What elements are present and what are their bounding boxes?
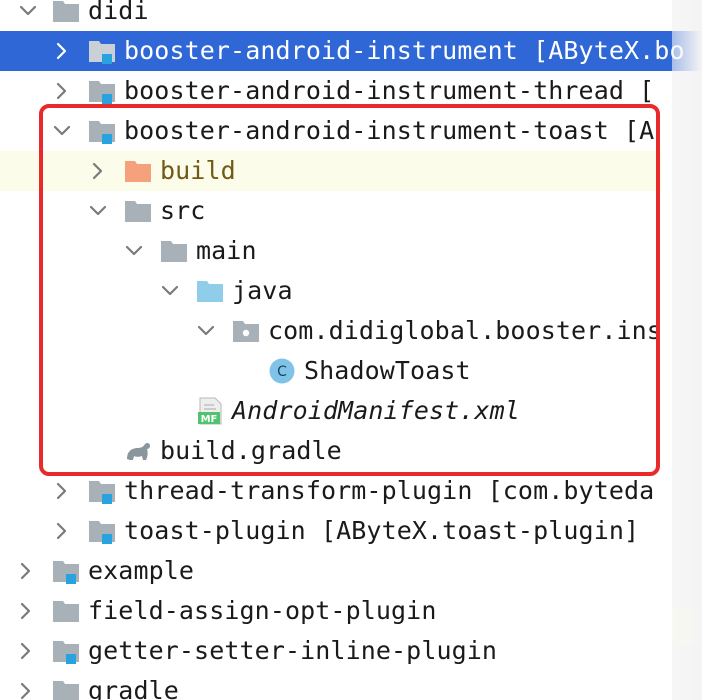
chevron-down-icon[interactable] — [194, 319, 218, 343]
chevron-down-icon[interactable] — [16, 0, 40, 23]
tree-row-src[interactable]: src — [0, 191, 702, 231]
gradle-file-icon — [124, 437, 152, 465]
tree-row-thread-transform-plugin[interactable]: thread-transform-plugin [com.byteda — [0, 471, 702, 511]
folder-icon — [52, 0, 80, 25]
tree-row-booster-android-instrument-thread[interactable]: booster-android-instrument-thread [ — [0, 71, 702, 111]
tree-row-main[interactable]: main — [0, 231, 702, 271]
chevron-right-icon[interactable] — [50, 479, 74, 503]
tree-row-didi[interactable]: didi — [0, 0, 702, 31]
tree-row-java[interactable]: java — [0, 271, 702, 311]
chevron-down-icon[interactable] — [86, 199, 110, 223]
tree-row-label: example — [88, 556, 195, 585]
excluded-folder-icon — [124, 157, 152, 185]
tree-row-label: ShadowToast — [304, 356, 471, 385]
class-icon: C — [268, 357, 296, 385]
tree-row-booster-android-instrument[interactable]: booster-android-instrument [AByteX.bo — [0, 31, 702, 71]
chevron-right-icon[interactable] — [14, 639, 38, 663]
tree-row-label: didi — [88, 0, 149, 25]
tree-row-label: gradle — [88, 676, 179, 700]
module-folder-icon — [88, 117, 116, 145]
chevron-right-icon[interactable] — [86, 159, 110, 183]
module-folder-icon — [52, 557, 80, 585]
folder-icon — [52, 597, 80, 625]
folder-icon — [52, 677, 80, 700]
tree-row-label: AndroidManifest.xml — [232, 396, 520, 425]
folder-icon — [160, 237, 188, 265]
tree-row-label: thread-transform-plugin [com.byteda — [124, 476, 655, 505]
tree-row-toast-plugin[interactable]: toast-plugin [AByteX.toast-plugin] — [0, 511, 702, 551]
tree-row-label: com.didiglobal.booster.ins — [268, 316, 662, 345]
tree-row-build[interactable]: build — [0, 151, 662, 191]
tree-row-build-gradle[interactable]: build.gradle — [0, 431, 702, 471]
tree-row-getter-setter-inline-plugin[interactable]: getter-setter-inline-plugin — [0, 631, 702, 671]
chevron-right-icon[interactable] — [14, 559, 38, 583]
tree-row-label: field-assign-opt-plugin — [88, 596, 437, 625]
tree-row-label: build.gradle — [160, 436, 342, 465]
tree-row-label: booster-android-instrument-toast [A — [124, 116, 655, 145]
module-folder-icon — [88, 517, 116, 545]
tree-row-label: booster-android-instrument [AByteX.bo — [124, 36, 685, 65]
tree-row-label: build — [160, 156, 236, 185]
tree-row-label: booster-android-instrument-thread [ — [124, 76, 655, 105]
project-tree: didi booster-android-instrument [AByteX.… — [0, 0, 702, 700]
source-folder-icon — [196, 277, 224, 305]
chevron-right-icon[interactable] — [14, 599, 38, 623]
tree-row-field-assign-opt-plugin[interactable]: field-assign-opt-plugin — [0, 591, 702, 631]
module-folder-icon — [88, 77, 116, 105]
module-folder-icon — [88, 477, 116, 505]
folder-icon — [124, 197, 152, 225]
chevron-right-icon[interactable] — [14, 679, 38, 700]
tree-row-shadowtoast[interactable]: C ShadowToast — [0, 351, 702, 391]
package-icon — [232, 317, 260, 345]
tree-row-package[interactable]: com.didiglobal.booster.ins — [0, 311, 702, 351]
chevron-right-icon[interactable] — [50, 519, 74, 543]
module-folder-icon — [52, 637, 80, 665]
tree-row-androidmanifest[interactable]: MF AndroidManifest.xml — [0, 391, 702, 431]
tree-row-label: getter-setter-inline-plugin — [88, 636, 498, 665]
tree-row-label: main — [196, 236, 257, 265]
chevron-right-icon[interactable] — [50, 79, 74, 103]
chevron-right-icon[interactable] — [50, 39, 74, 63]
manifest-file-icon: MF — [196, 397, 224, 425]
chevron-down-icon[interactable] — [122, 239, 146, 263]
tree-row-label: java — [232, 276, 293, 305]
module-folder-icon — [88, 37, 116, 65]
tree-row-example[interactable]: example — [0, 551, 702, 591]
tree-row-gradle[interactable]: gradle — [0, 671, 702, 700]
tree-row-label: toast-plugin [AByteX.toast-plugin] — [124, 516, 640, 545]
tree-row-label: src — [160, 196, 206, 225]
tree-row-booster-android-instrument-toast[interactable]: booster-android-instrument-toast [A — [0, 111, 702, 151]
chevron-down-icon[interactable] — [50, 119, 74, 143]
svg-text:MF: MF — [201, 414, 218, 425]
svg-text:C: C — [277, 364, 287, 380]
chevron-down-icon[interactable] — [158, 279, 182, 303]
